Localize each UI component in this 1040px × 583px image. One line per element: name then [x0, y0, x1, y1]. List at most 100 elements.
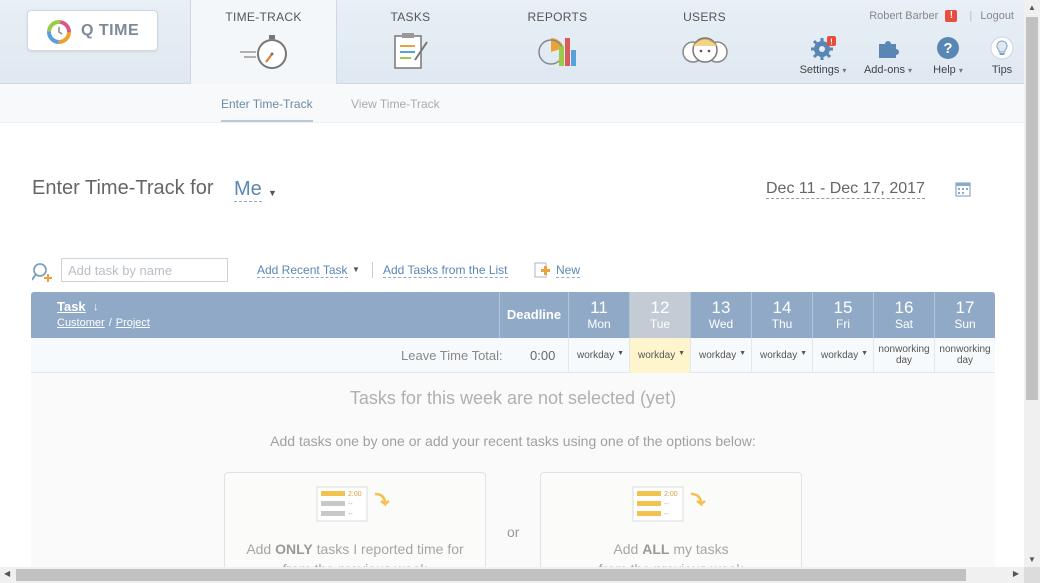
- leave-time-label: Leave Time Total:: [401, 348, 503, 363]
- day-type-select-wed[interactable]: workday ▼: [690, 338, 751, 373]
- chevron-down-icon[interactable]: ▼: [268, 188, 277, 198]
- subtab-view-time-track[interactable]: View Time-Track: [351, 97, 440, 111]
- top-header: Q TIME TIME-TRACK TASKS REPORTS USERS Ro…: [0, 0, 1024, 85]
- lightbulb-icon: [990, 36, 1014, 60]
- add-reported-tasks-option[interactable]: 2:00 -- -- Add ONLY tasks I reported tim…: [224, 472, 486, 572]
- day-name: Mon: [587, 317, 611, 331]
- day-number: 16: [894, 298, 914, 317]
- sort-arrow-icon[interactable]: ↓: [93, 301, 99, 313]
- stopwatch-icon: [239, 35, 287, 69]
- logo-icon: [47, 20, 71, 44]
- chart-icon: [537, 38, 576, 66]
- add-tasks-from-list-link[interactable]: Add Tasks from the List: [383, 263, 508, 278]
- day-type-sun: nonworking day: [934, 338, 995, 373]
- subtab-enter-time-track[interactable]: Enter Time-Track: [221, 97, 313, 122]
- alert-icon[interactable]: !: [945, 10, 958, 23]
- task-sub-header: Customer / Project: [57, 317, 150, 329]
- gear-icon: !: [811, 36, 836, 60]
- tips-button[interactable]: Tips: [988, 36, 1016, 76]
- empty-state-title: Tasks for this week are not selected (ye…: [349, 388, 677, 408]
- sub-navigation: Enter Time-Track View Time-Track: [0, 84, 1024, 123]
- illustration-time-text: 2:00: [348, 491, 362, 498]
- option-text-bold: ONLY: [275, 541, 313, 557]
- grid-header: Task ↓ Customer / Project Deadline 11 Mon …: [31, 292, 995, 338]
- scroll-left-arrow-icon[interactable]: ◀: [4, 569, 10, 578]
- day-header-fri: 15 Fri: [812, 292, 873, 338]
- tab-label: USERS: [683, 10, 726, 24]
- tab-users[interactable]: USERS: [631, 0, 778, 84]
- option-text-post: my tasks: [669, 541, 729, 557]
- or-separator: or: [507, 524, 520, 540]
- logout-link[interactable]: Logout: [980, 10, 1014, 22]
- day-type-value: workday: [638, 350, 676, 361]
- svg-text:!: !: [830, 38, 833, 47]
- new-task-link[interactable]: New: [556, 263, 581, 278]
- tab-reports[interactable]: REPORTS: [484, 0, 631, 84]
- day-header-thu: 14 Thu: [751, 292, 812, 338]
- deadline-column-header: Deadline: [499, 292, 568, 338]
- horizontal-scrollbar[interactable]: ◀ ▶: [0, 567, 1024, 583]
- chevron-down-icon[interactable]: ▼: [352, 265, 360, 274]
- day-name: Sat: [894, 317, 913, 331]
- tab-time-track[interactable]: TIME-TRACK: [190, 0, 337, 85]
- help-icon: ?: [937, 37, 959, 59]
- calendar-icon[interactable]: [955, 181, 971, 197]
- addons-button[interactable]: Add-ons ▾: [862, 36, 914, 76]
- leave-time-value: 0:00: [530, 348, 556, 363]
- illustration-dash-text: --: [664, 501, 669, 508]
- day-type-value: workday: [760, 350, 798, 361]
- add-task-input[interactable]: [61, 258, 228, 282]
- day-number: 15: [833, 298, 853, 317]
- add-recent-task-link[interactable]: Add Recent Task: [257, 263, 348, 278]
- day-type-value: workday: [577, 350, 615, 361]
- date-range-picker[interactable]: Dec 11 - Dec 17, 2017: [766, 180, 925, 199]
- day-type-select-tue[interactable]: workday ▼: [629, 338, 690, 373]
- tool-label: Add-ons: [863, 64, 905, 76]
- users-icon: [681, 37, 728, 63]
- day-type-value: workday: [699, 350, 737, 361]
- new-task-icon[interactable]: [534, 262, 552, 278]
- tab-label: TASKS: [390, 10, 431, 24]
- puzzle-icon: [879, 41, 899, 58]
- customer-sort-link[interactable]: Customer: [57, 317, 105, 329]
- scrollbar-corner: [1024, 567, 1040, 583]
- vertical-scrollbar[interactable]: ▲ ▼: [1024, 0, 1040, 567]
- day-header-wed: 13 Wed: [690, 292, 751, 338]
- tab-label: TIME-TRACK: [225, 10, 302, 24]
- day-type-select-mon[interactable]: workday ▼: [568, 338, 629, 373]
- tool-label: Tips: [991, 64, 1013, 76]
- day-type-select-fri[interactable]: workday ▼: [812, 338, 873, 373]
- page-title: Enter Time-Track for: [32, 177, 214, 199]
- chevron-down-icon: ▼: [861, 350, 868, 357]
- chevron-down-icon: ▼: [678, 350, 685, 357]
- chevron-down-icon: ▼: [739, 350, 746, 357]
- tab-tasks[interactable]: TASKS: [337, 0, 484, 84]
- tab-label: REPORTS: [527, 10, 588, 24]
- scroll-up-arrow-icon[interactable]: ▲: [1028, 3, 1036, 12]
- day-name: Tue: [649, 317, 671, 331]
- user-select[interactable]: Me: [234, 178, 262, 202]
- app-logo[interactable]: Q TIME: [27, 10, 158, 51]
- settings-button[interactable]: ! Settings ▾: [798, 36, 848, 76]
- user-name[interactable]: Robert Barber: [869, 10, 938, 22]
- day-number: 11: [590, 298, 608, 317]
- task-list-illustration-icon: 2:00 -- --: [316, 486, 390, 522]
- chevron-down-icon: ▼: [800, 350, 807, 357]
- horizontal-scroll-thumb[interactable]: [16, 569, 966, 581]
- option-text-pre: Add: [246, 541, 276, 557]
- add-all-tasks-option[interactable]: 2:00 -- -- Add ALL my tasks from the pre…: [540, 472, 802, 572]
- task-column-header[interactable]: Task: [57, 299, 86, 314]
- vertical-scroll-thumb[interactable]: [1026, 17, 1038, 400]
- illustration-dash-text: --: [664, 511, 669, 518]
- user-area: Robert Barber ! | Logout: [869, 10, 1014, 23]
- scroll-right-arrow-icon[interactable]: ▶: [1013, 569, 1019, 578]
- scroll-down-arrow-icon[interactable]: ▼: [1028, 555, 1036, 564]
- svg-text:?: ?: [943, 40, 952, 57]
- day-number: 13: [711, 298, 731, 317]
- project-sort-link[interactable]: Project: [116, 317, 150, 329]
- day-header-sat: 16 Sat: [873, 292, 934, 338]
- day-name: Wed: [708, 317, 734, 331]
- search-icon: [32, 263, 52, 282]
- day-type-select-thu[interactable]: workday ▼: [751, 338, 812, 373]
- help-button[interactable]: ? Help ▾: [930, 36, 966, 76]
